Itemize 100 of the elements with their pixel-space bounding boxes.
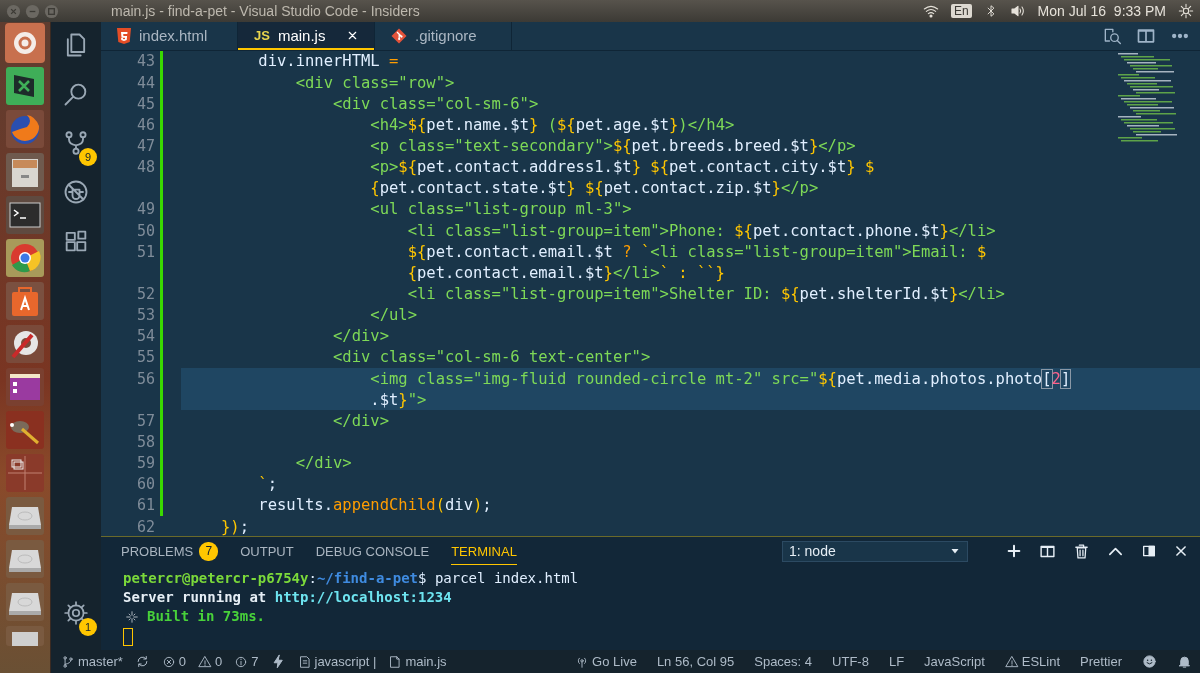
line-number: 51 — [135, 242, 155, 261]
code-line: `; — [257, 474, 278, 495]
globe-icon[interactable] — [4, 108, 46, 150]
no-bug-icon[interactable] — [62, 178, 90, 206]
line-number: 47 — [135, 137, 155, 156]
error-icon — [161, 654, 176, 669]
panel-tab[interactable]: DEBUG CONSOLE — [315, 537, 430, 566]
code-line: <div class="col-sm-6"> — [331, 93, 540, 115]
trash-can-icon[interactable] — [4, 624, 46, 646]
status-item[interactable]: Ln 56, Col 95 — [656, 654, 735, 669]
warning-icon — [1004, 654, 1019, 669]
status-item[interactable]: ESLint — [1004, 654, 1061, 669]
terminal-cursor — [123, 628, 133, 647]
code-line: div.innerHTML = — [257, 51, 400, 73]
code-line: <div class="col-sm-6 text-center"> — [331, 347, 652, 368]
line-number: 57 — [135, 411, 155, 430]
sparkle-icon — [125, 609, 139, 624]
code-line: {pet.contact.state.$t} ${pet.contact.zip.$t}</p> — [369, 178, 820, 199]
terminal-line: Built in 73ms. — [147, 607, 265, 627]
line-number: 45 — [135, 94, 155, 113]
status-item[interactable]: master* — [61, 654, 123, 669]
disk-drive-icon[interactable] — [4, 495, 46, 537]
terminal-dropdown[interactable]: 1: node — [782, 540, 968, 562]
status-item[interactable]: javascript | — [297, 654, 377, 669]
html-file-icon — [117, 27, 131, 44]
plus-icon[interactable] — [1006, 543, 1022, 560]
disk-drive-icon[interactable] — [4, 581, 46, 623]
sync-icon[interactable] — [134, 654, 150, 669]
panel-tab[interactable]: PROBLEMS 7 — [121, 537, 219, 566]
line-number: 61 — [135, 496, 155, 515]
status-item[interactable]: 0 — [161, 654, 187, 669]
line-number: 53 — [135, 306, 155, 325]
line-number: 44 — [135, 73, 155, 92]
speaker-icon[interactable] — [1009, 3, 1026, 19]
warning-icon — [198, 654, 213, 669]
panel-tab[interactable]: TERMINAL — [451, 537, 517, 566]
wifi-icon[interactable] — [922, 3, 939, 19]
notification-badge: 1 — [79, 618, 97, 636]
paintbrush-icon[interactable] — [4, 409, 46, 451]
gear-icon[interactable] — [1178, 3, 1194, 19]
code-line: <ul class="list-group ml-3"> — [369, 199, 633, 221]
keyboard-layout-indicator[interactable]: En — [950, 4, 972, 18]
line-number: 49 — [135, 200, 155, 219]
code-line: ${pet.contact.email.$t ? `<li class="list-group=item">Email: $ — [406, 241, 988, 263]
code-line: }); — [220, 516, 250, 537]
window-title: main.js - find-a-pet - Visual Studio Code - Insiders — [111, 3, 420, 19]
status-item[interactable]: Go Live — [575, 654, 637, 669]
status-item[interactable]: Spaces: 4 — [754, 654, 813, 669]
circle-logo-icon[interactable] — [4, 22, 46, 64]
terminal-line: petercr@petercr-p6754y:~/find-a-pet$ parcel index.html — [123, 569, 579, 589]
web-browser-icon[interactable] — [4, 237, 46, 279]
file-type-label: JS — [254, 28, 270, 44]
editor-tab[interactable]: JS main.js — [238, 22, 375, 50]
code-line: <div class="row"> — [294, 72, 456, 94]
file-cabinet-icon[interactable] — [4, 151, 46, 193]
count-badge: 7 — [199, 541, 219, 561]
status-item[interactable]: Prettier — [1080, 654, 1122, 669]
status-item[interactable]: LF — [888, 654, 905, 669]
code-line: </div> — [331, 410, 390, 432]
code-line: <p>${pet.contact.address1.$t} ${pet.contact.city.$t} $ — [369, 157, 876, 178]
smiley-icon[interactable] — [1142, 654, 1157, 669]
line-number: 50 — [135, 221, 155, 240]
code-line: <p class="text-secondary">${pet.breeds.breed.$t}</p> — [369, 136, 857, 157]
shopping-bag-icon[interactable] — [4, 280, 46, 322]
info-icon — [234, 654, 249, 669]
code-editor-icon[interactable] — [4, 65, 46, 107]
code-line: </ul> — [369, 305, 418, 326]
line-number: 62 — [135, 517, 155, 536]
window-icon[interactable] — [4, 366, 46, 408]
line-number: 59 — [135, 454, 155, 473]
bell-icon[interactable] — [1177, 654, 1192, 669]
close-icon[interactable] — [1174, 544, 1188, 559]
notification-badge: 9 — [79, 148, 97, 166]
line-number: 55 — [135, 348, 155, 367]
status-item[interactable]: 7 — [234, 654, 259, 669]
file-icon — [388, 654, 403, 669]
document-icon — [297, 654, 312, 669]
trash-icon[interactable] — [1073, 542, 1090, 560]
clock[interactable]: Mon Jul 16 9:33 PM — [1037, 3, 1166, 19]
status-item[interactable]: main.js — [388, 654, 447, 669]
code-line: </div> — [294, 453, 353, 474]
line-number: 56 — [135, 369, 155, 388]
branch-icon — [61, 654, 75, 669]
code-line: <li class="list-group=item">Phone: ${pet.contact.phone.$t}</li> — [406, 220, 997, 242]
status-item[interactable]: 0 — [198, 654, 223, 669]
status-item[interactable]: UTF-8 — [832, 654, 869, 669]
diamond-icon — [391, 27, 407, 44]
code-line: <li class="list-group=item">Shelter ID: ${pet.shelterId.$t}</li> — [406, 284, 1006, 305]
line-number: 52 — [135, 285, 155, 303]
line-number: 54 — [135, 327, 155, 346]
line-number: 58 — [135, 433, 155, 451]
code-line: </div> — [331, 326, 390, 347]
terminal-icon[interactable] — [4, 194, 46, 236]
code-line: {pet.contact.email.$t}</li>` : ``} — [406, 262, 726, 284]
line-number: 46 — [135, 115, 155, 134]
close-icon[interactable] — [347, 30, 358, 42]
panel-tab[interactable]: OUTPUT — [240, 537, 294, 566]
status-item[interactable]: JavaScript — [924, 654, 985, 669]
line-number: 60 — [135, 475, 155, 494]
disk-drive-icon[interactable] — [4, 538, 46, 580]
